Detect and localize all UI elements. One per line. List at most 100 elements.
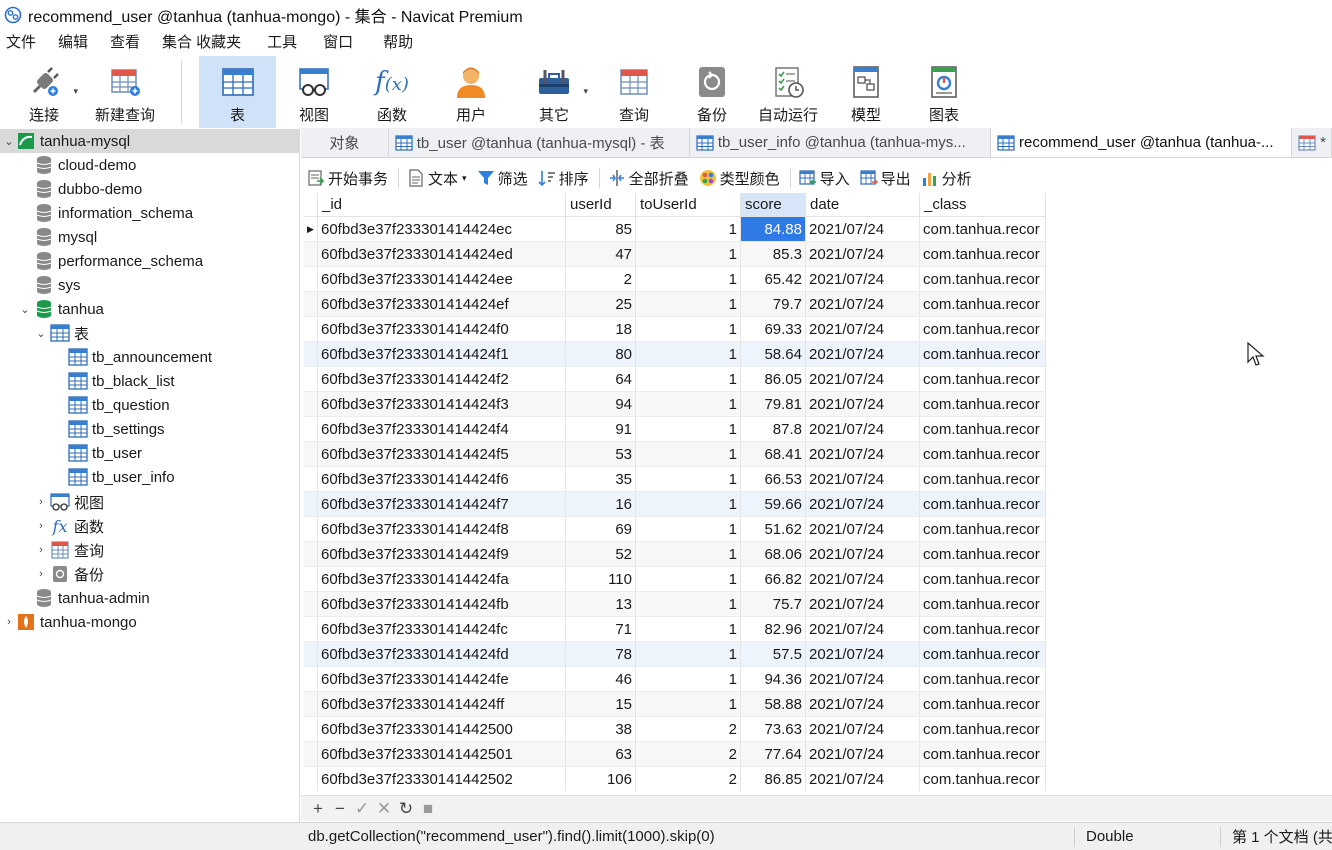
grid-cell-class[interactable]: com.tanhua.recor xyxy=(920,242,1046,267)
grid-cell-id[interactable]: 60fbd3e37f233301414424f9 xyxy=(318,542,566,567)
tree-node-tb-question[interactable]: tb_question xyxy=(0,393,299,417)
grid-cell-touserid[interactable]: 2 xyxy=(636,742,741,767)
grid-cell-touserid[interactable]: 1 xyxy=(636,467,741,492)
grid-cell-id[interactable]: 60fbd3e37f233301414424fb xyxy=(318,592,566,617)
grid-cell-id[interactable]: 60fbd3e37f233301414424ed xyxy=(318,242,566,267)
grid-cell-class[interactable]: com.tanhua.recor xyxy=(920,492,1046,517)
grid-cell-score[interactable]: 58.64 xyxy=(741,342,806,367)
grid-cell-id[interactable]: 60fbd3e37f233301414424ee xyxy=(318,267,566,292)
grid-cell-score[interactable]: 79.7 xyxy=(741,292,806,317)
grid-cell-class[interactable]: com.tanhua.recor xyxy=(920,267,1046,292)
row-marker[interactable] xyxy=(304,367,318,392)
grid-cell-userid[interactable]: 80 xyxy=(566,342,636,367)
grid-cell-class[interactable]: com.tanhua.recor xyxy=(920,567,1046,592)
stop-icon[interactable]: ■ xyxy=(417,798,439,820)
grid-cell-class[interactable]: com.tanhua.recor xyxy=(920,417,1046,442)
tree-node-tb-user[interactable]: tb_user xyxy=(0,441,299,465)
grid-cell-id[interactable]: 60fbd3e37f233301414424f7 xyxy=(318,492,566,517)
table-row[interactable]: 60fbd3e37f233301414424f2 64 1 86.05 2021/07/… xyxy=(304,367,1046,392)
tree-node-information-schema[interactable]: information_schema xyxy=(0,201,299,225)
table-row[interactable]: 60fbd3e37f233301414424f4 91 1 87.8 2021/07/2… xyxy=(304,417,1046,442)
grid-cell-class[interactable]: com.tanhua.recor xyxy=(920,667,1046,692)
tree-node-tanhua-mysql[interactable]: ⌄ tanhua-mysql xyxy=(0,129,299,153)
grid-cell-date[interactable]: 2021/07/24 xyxy=(806,542,920,567)
tab-new-query[interactable]: * xyxy=(1292,128,1332,157)
chart-button[interactable]: 图表 xyxy=(922,56,966,128)
tree-node-mysql[interactable]: mysql xyxy=(0,225,299,249)
grid-cell-touserid[interactable]: 1 xyxy=(636,267,741,292)
row-marker[interactable] xyxy=(304,767,318,791)
grid-cell-id[interactable]: 60fbd3e37f233301414424f4 xyxy=(318,417,566,442)
grid-cell-score[interactable]: 68.06 xyxy=(741,542,806,567)
grid-cell-id[interactable]: 60fbd3e37f23330141442502 xyxy=(318,767,566,791)
grid-cell-userid[interactable]: 94 xyxy=(566,392,636,417)
tree-node-tanhua-mongo[interactable]: › tanhua-mongo xyxy=(0,610,299,634)
grid-cell-id[interactable]: 60fbd3e37f233301414424f8 xyxy=(318,517,566,542)
grid-cell-touserid[interactable]: 1 xyxy=(636,392,741,417)
grid-cell-touserid[interactable]: 1 xyxy=(636,367,741,392)
apply-icon[interactable]: ✓ xyxy=(351,798,373,820)
tree-node-dubbo-demo[interactable]: dubbo-demo xyxy=(0,177,299,201)
analyze-button[interactable]: 分析 xyxy=(921,168,972,189)
discard-icon[interactable]: ✕ xyxy=(373,798,395,820)
chevron-down-icon[interactable]: ⌄ xyxy=(18,303,32,316)
tree-node-performance-schema[interactable]: performance_schema xyxy=(0,249,299,273)
type-color-button[interactable]: 类型颜色 xyxy=(699,168,780,189)
row-marker[interactable] xyxy=(304,517,318,542)
grid-cell-score[interactable]: 59.66 xyxy=(741,492,806,517)
grid-cell-userid[interactable]: 16 xyxy=(566,492,636,517)
grid-cell-date[interactable]: 2021/07/24 xyxy=(806,267,920,292)
grid-cell-score[interactable]: 84.88 xyxy=(741,217,806,242)
grid-cell-date[interactable]: 2021/07/24 xyxy=(806,392,920,417)
tree-node-tanhua-admin[interactable]: tanhua-admin xyxy=(0,586,299,610)
row-marker[interactable] xyxy=(304,567,318,592)
grid-cell-touserid[interactable]: 1 xyxy=(636,592,741,617)
grid-cell-touserid[interactable]: 1 xyxy=(636,292,741,317)
tab-tb-user[interactable]: tb_user @tanhua (tanhua-mysql) - 表 xyxy=(389,128,690,157)
grid-cell-score[interactable]: 66.53 xyxy=(741,467,806,492)
query-button[interactable]: 查询 xyxy=(612,56,656,128)
chevron-right-icon[interactable]: › xyxy=(2,616,16,628)
grid-cell-touserid[interactable]: 1 xyxy=(636,517,741,542)
grid-cell-userid[interactable]: 15 xyxy=(566,692,636,717)
collapse-all-button[interactable]: 全部折叠 xyxy=(608,168,689,189)
grid-cell-date[interactable]: 2021/07/24 xyxy=(806,717,920,742)
table-row[interactable]: 60fbd3e37f233301414424f5 53 1 68.41 2021/07/… xyxy=(304,442,1046,467)
table-row[interactable]: 60fbd3e37f233301414424ee 2 1 65.42 2021/07/2… xyxy=(304,267,1046,292)
grid-cell-class[interactable]: com.tanhua.recor xyxy=(920,517,1046,542)
grid-cell-class[interactable]: com.tanhua.recor xyxy=(920,317,1046,342)
chevron-right-icon[interactable]: › xyxy=(34,544,48,556)
grid-cell-id[interactable]: 60fbd3e37f233301414424fe xyxy=(318,667,566,692)
grid-cell-class[interactable]: com.tanhua.recor xyxy=(920,592,1046,617)
tree-node-tb-black-list[interactable]: tb_black_list xyxy=(0,369,299,393)
grid-cell-date[interactable]: 2021/07/24 xyxy=(806,292,920,317)
grid-cell-id[interactable]: 60fbd3e37f233301414424ef xyxy=(318,292,566,317)
grid-cell-touserid[interactable]: 1 xyxy=(636,567,741,592)
grid-cell-score[interactable]: 57.5 xyxy=(741,642,806,667)
grid-cell-class[interactable]: com.tanhua.recor xyxy=(920,717,1046,742)
table-row[interactable]: 60fbd3e37f23330141442501 63 2 77.64 2021/07/… xyxy=(304,742,1046,767)
grid-cell-userid[interactable]: 38 xyxy=(566,717,636,742)
grid-cell-id[interactable]: 60fbd3e37f233301414424fa xyxy=(318,567,566,592)
table-row[interactable]: 60fbd3e37f233301414424fd 78 1 57.5 2021/07/2… xyxy=(304,642,1046,667)
begin-transaction-button[interactable]: 开始事务 xyxy=(307,168,388,189)
row-marker[interactable] xyxy=(304,692,318,717)
import-button[interactable]: 导入 xyxy=(799,168,850,189)
grid-cell-touserid[interactable]: 1 xyxy=(636,242,741,267)
grid-cell-touserid[interactable]: 1 xyxy=(636,342,741,367)
grid-cell-class[interactable]: com.tanhua.recor xyxy=(920,692,1046,717)
model-button[interactable]: 模型 xyxy=(844,56,888,128)
grid-cell-date[interactable]: 2021/07/24 xyxy=(806,417,920,442)
grid-cell-date[interactable]: 2021/07/24 xyxy=(806,442,920,467)
grid-cell-score[interactable]: 75.7 xyxy=(741,592,806,617)
grid-cell-score[interactable]: 69.33 xyxy=(741,317,806,342)
grid-cell-userid[interactable]: 13 xyxy=(566,592,636,617)
grid-cell-score[interactable]: 79.81 xyxy=(741,392,806,417)
tree-node-tb-user-info[interactable]: tb_user_info xyxy=(0,465,299,489)
row-marker[interactable] xyxy=(304,317,318,342)
grid-cell-score[interactable]: 73.63 xyxy=(741,717,806,742)
current-row-marker-icon[interactable]: ▶ xyxy=(304,217,318,242)
menu-file[interactable]: 文件 xyxy=(0,30,42,56)
chevron-down-icon[interactable]: ▾ xyxy=(73,86,78,97)
schedule-button[interactable]: 自动运行 xyxy=(756,56,820,128)
